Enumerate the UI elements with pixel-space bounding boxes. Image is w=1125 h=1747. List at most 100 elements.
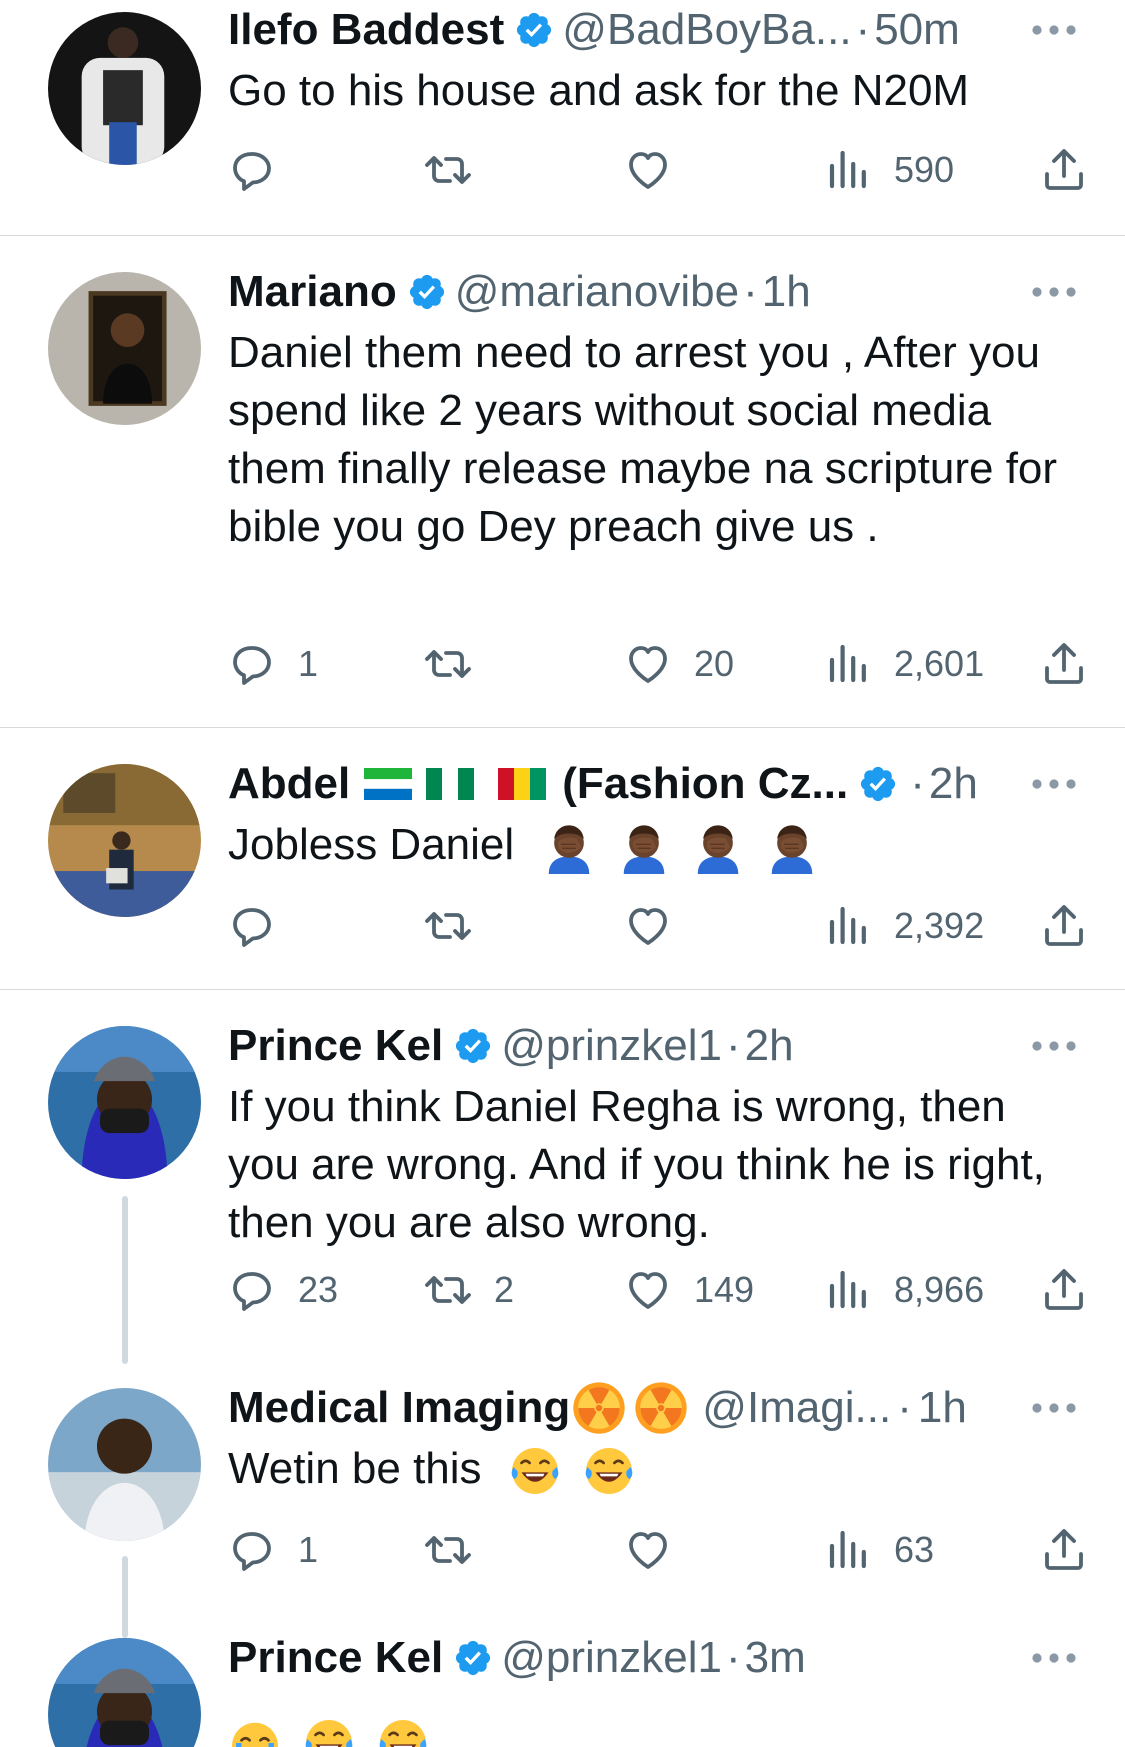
avatar[interactable] <box>48 1388 201 1541</box>
more-options-icon[interactable] <box>1031 286 1077 298</box>
tweet-text: If you think Daniel Regha is wrong, then… <box>228 1082 1045 1247</box>
retweet-button[interactable]: 2 <box>424 1260 514 1320</box>
author-name-suffix[interactable]: (Fashion Cz... <box>562 759 848 809</box>
author-name[interactable]: Prince Kel <box>228 1021 443 1071</box>
views-button[interactable]: 8,966 <box>824 1260 984 1320</box>
retweet-button[interactable] <box>424 634 494 694</box>
tweet[interactable]: Mariano @marianovibe · 1h Daniel them ne… <box>0 236 1125 728</box>
author-name[interactable]: Medical Imaging <box>228 1383 570 1433</box>
upload-arrow-icon <box>1040 902 1088 950</box>
retweet-icon <box>424 902 472 950</box>
timestamp[interactable]: 1h <box>918 1383 967 1433</box>
retweet-count: 2 <box>494 1269 515 1310</box>
tweet-header: Abdel (Fashion Cz... · 2h <box>228 756 1085 812</box>
tweet[interactable]: Ilefo Baddest @BadBoyBa... · 50m Go to h… <box>0 0 1125 236</box>
like-button[interactable]: 20 <box>624 634 734 694</box>
reply-button[interactable] <box>228 896 298 956</box>
reply-button[interactable]: 1 <box>228 634 318 694</box>
reply-button[interactable]: 23 <box>228 1260 338 1320</box>
nigeria-flag-icon <box>426 768 475 800</box>
views-button[interactable]: 590 <box>824 140 954 200</box>
avatar[interactable] <box>48 764 201 917</box>
retweet-button[interactable] <box>424 1520 494 1580</box>
author-handle[interactable]: @prinzkel1 <box>501 1633 722 1683</box>
more-options-icon[interactable] <box>1031 1652 1077 1664</box>
avatar[interactable] <box>48 272 201 425</box>
author-handle[interactable]: @marianovibe <box>455 267 739 317</box>
share-button[interactable] <box>1040 1520 1088 1580</box>
verified-badge-icon <box>514 10 554 50</box>
view-count: 2,601 <box>894 643 985 684</box>
share-button[interactable] <box>1040 634 1088 694</box>
tweet-text-block <box>228 1712 1075 1747</box>
views-button[interactable]: 2,392 <box>824 896 984 956</box>
author-name[interactable]: Ilefo Baddest <box>228 5 504 55</box>
views-button[interactable]: 2,601 <box>824 634 984 694</box>
author-name[interactable]: Abdel <box>228 759 350 809</box>
author-name[interactable]: Prince Kel <box>228 1633 443 1683</box>
view-count: 2,392 <box>894 905 985 946</box>
upload-arrow-icon <box>1040 1526 1088 1574</box>
facepalm-emoji-icon <box>765 820 819 874</box>
action-bar: 23 2 149 8,966 <box>228 1260 1125 1320</box>
more-options-icon[interactable] <box>1031 778 1077 790</box>
author-handle[interactable]: @BadBoyBa... <box>562 5 851 55</box>
time-separator: · <box>743 267 758 316</box>
author-name[interactable]: Mariano <box>228 267 397 317</box>
heart-icon <box>624 902 672 950</box>
bar-chart-icon <box>824 146 872 194</box>
facepalm-emoji-icon <box>617 820 671 874</box>
action-bar: 2,392 <box>228 896 1125 956</box>
views-button[interactable]: 63 <box>824 1520 934 1580</box>
tweet[interactable]: Abdel (Fashion Cz... · 2h Jobless Daniel <box>0 728 1125 990</box>
author-handle[interactable]: @prinzkel1 <box>501 1021 722 1071</box>
more-options-icon[interactable] <box>1031 1402 1077 1414</box>
thread-connector <box>122 1196 128 1364</box>
tweet-text-block: Jobless Daniel <box>228 816 1075 874</box>
avatar[interactable] <box>48 1026 201 1179</box>
upload-arrow-icon <box>1040 146 1088 194</box>
tweet-text: Wetin be this <box>228 1444 482 1493</box>
tweet[interactable]: Prince Kel @prinzkel1 · 3m <box>0 1626 1125 1747</box>
tears-of-joy-emoji-icon <box>582 1444 636 1498</box>
reply-icon <box>228 146 276 194</box>
timestamp[interactable]: 2h <box>929 759 978 809</box>
like-button[interactable]: 149 <box>624 1260 754 1320</box>
retweet-button[interactable] <box>424 896 494 956</box>
avatar[interactable] <box>48 1638 201 1747</box>
more-options-icon[interactable] <box>1031 24 1077 36</box>
view-count: 8,966 <box>894 1269 985 1310</box>
bar-chart-icon <box>824 902 872 950</box>
tweet[interactable]: Prince Kel @prinzkel1 · 2h If you think … <box>0 990 1125 1364</box>
like-button[interactable] <box>624 140 694 200</box>
author-handle[interactable]: @Imagi... <box>702 1383 891 1433</box>
avatar[interactable] <box>48 12 201 165</box>
view-count: 590 <box>894 149 955 190</box>
retweet-icon <box>424 1266 472 1314</box>
timestamp[interactable]: 2h <box>745 1021 794 1071</box>
time-separator: · <box>725 1633 741 1682</box>
reply-button[interactable]: 1 <box>228 1520 318 1580</box>
heart-icon <box>624 640 672 688</box>
verified-badge-icon <box>453 1638 493 1678</box>
verified-badge-icon <box>453 1026 493 1066</box>
tweet[interactable]: Medical Imaging @Imagi... · 1h Wetin be … <box>0 1364 1125 1638</box>
timestamp[interactable]: 3m <box>745 1633 806 1683</box>
reply-button[interactable] <box>228 140 298 200</box>
reply-count: 1 <box>298 643 319 684</box>
timestamp[interactable]: 1h <box>762 267 811 317</box>
share-button[interactable] <box>1040 896 1088 956</box>
share-button[interactable] <box>1040 1260 1088 1320</box>
share-button[interactable] <box>1040 140 1088 200</box>
reply-count: 23 <box>298 1269 339 1310</box>
heart-icon <box>624 1526 672 1574</box>
like-button[interactable] <box>624 1520 694 1580</box>
timestamp[interactable]: 50m <box>874 5 960 55</box>
retweet-button[interactable] <box>424 140 494 200</box>
upload-arrow-icon <box>1040 640 1088 688</box>
heart-icon <box>624 1266 672 1314</box>
like-button[interactable] <box>624 896 694 956</box>
more-options-icon[interactable] <box>1031 1040 1077 1052</box>
verified-badge-icon <box>858 764 898 804</box>
bar-chart-icon <box>824 1526 872 1574</box>
